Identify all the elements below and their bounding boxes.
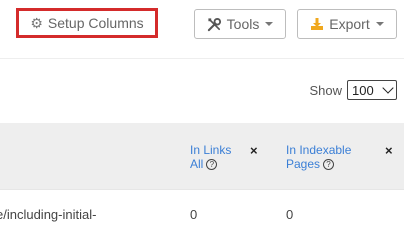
table-header: In Links All? × In Indexable Pages? × [0, 123, 404, 189]
chevron-down-icon [375, 22, 384, 26]
in-links-all-cell: 0 [190, 207, 198, 222]
show-label: Show [309, 82, 342, 98]
tools-label: Tools [226, 16, 260, 32]
table-row: e/including-initial- 0 0 [0, 189, 404, 238]
page-size-value: 100 [352, 82, 374, 98]
question-circle-icon[interactable]: ? [206, 159, 218, 171]
page-size-select[interactable]: 100 [347, 80, 397, 100]
gear-icon: ⚙ [30, 15, 43, 31]
export-button[interactable]: Export [297, 9, 397, 39]
column-header-in-links-all[interactable]: In Links All? [190, 143, 231, 171]
export-label: Export [329, 16, 370, 32]
page-size-control: Show 100 [309, 80, 397, 100]
toolbar: ⚙ Setup Columns Tools Export [0, 0, 404, 50]
download-icon [311, 18, 324, 30]
tools-button[interactable]: Tools [194, 9, 286, 39]
column-header-line2: Pages [286, 157, 321, 171]
question-circle-icon[interactable]: ? [323, 159, 335, 171]
close-icon[interactable]: × [250, 143, 258, 158]
chevron-down-icon [382, 82, 394, 94]
close-icon[interactable]: × [385, 143, 393, 158]
chevron-down-icon [265, 22, 274, 26]
in-indexable-pages-cell: 0 [286, 207, 294, 222]
wrench-screwdriver-icon [207, 17, 221, 31]
column-header-line1: In Links [190, 143, 232, 157]
url-cell[interactable]: e/including-initial- [0, 207, 96, 222]
column-header-line1: In Indexable [286, 143, 352, 157]
setup-columns-button[interactable]: ⚙ Setup Columns [16, 8, 158, 38]
setup-columns-label: Setup Columns [47, 15, 144, 31]
column-header-in-indexable-pages[interactable]: In Indexable Pages? [286, 143, 351, 171]
column-header-line2: All [190, 157, 204, 171]
toolbar-divider [0, 58, 404, 59]
